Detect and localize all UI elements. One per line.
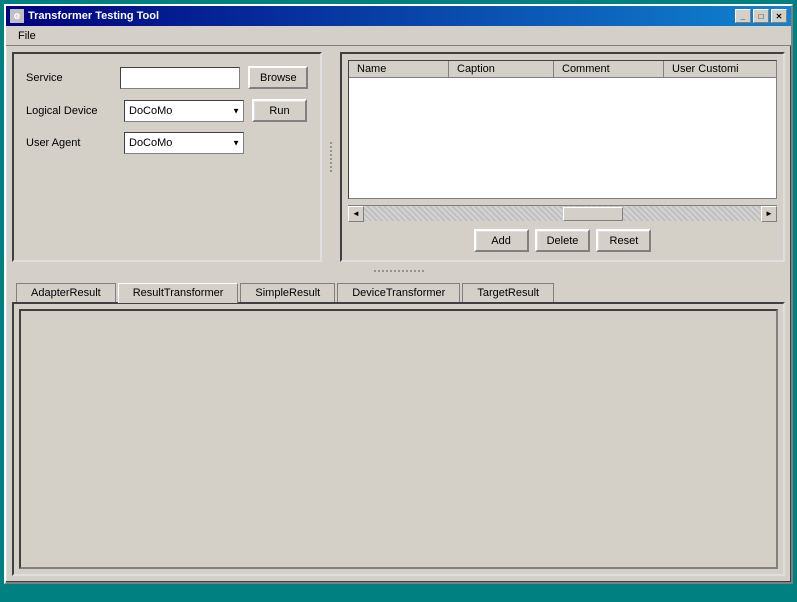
table-body[interactable] [349, 78, 776, 198]
right-panel: Name Caption Comment User Customi ◄ ► [340, 52, 785, 262]
logical-device-label: Logical Device [26, 105, 116, 117]
scroll-track[interactable] [364, 206, 761, 221]
scroll-right-btn[interactable]: ► [761, 206, 777, 222]
service-row: Service Browse [26, 66, 308, 89]
add-button[interactable]: Add [474, 229, 529, 252]
logical-device-row: Logical Device DoCoMo Run [26, 99, 308, 122]
maximize-button[interactable]: □ [753, 9, 769, 23]
service-label: Service [26, 72, 112, 84]
horizontal-scrollbar[interactable]: ◄ ► [348, 205, 777, 221]
user-agent-row: User Agent DoCoMo [26, 132, 308, 154]
table-area: Name Caption Comment User Customi [348, 60, 777, 199]
title-bar-left: ⚙ Transformer Testing Tool [10, 9, 159, 23]
table-header: Name Caption Comment User Customi [349, 61, 776, 78]
app-icon: ⚙ [10, 9, 24, 23]
col-header-comment: Comment [554, 61, 664, 77]
menu-file[interactable]: File [10, 28, 44, 44]
tab-inner-content [19, 309, 778, 569]
scroll-left-btn[interactable]: ◄ [348, 206, 364, 222]
content-area: Service Browse Logical Device DoCoMo Run [6, 46, 791, 582]
run-button[interactable]: Run [252, 99, 307, 122]
left-panel: Service Browse Logical Device DoCoMo Run [12, 52, 322, 262]
menu-bar: File [6, 26, 791, 46]
tab-device-transformer[interactable]: DeviceTransformer [337, 283, 460, 303]
horizontal-resize-divider[interactable] [12, 268, 785, 274]
user-agent-select-wrapper: DoCoMo [124, 132, 244, 154]
delete-button[interactable]: Delete [535, 229, 591, 252]
tab-content-area [12, 302, 785, 576]
scroll-thumb[interactable] [563, 207, 623, 221]
logical-device-select-wrapper: DoCoMo [124, 100, 244, 122]
title-buttons: _ □ ✕ [735, 9, 787, 23]
col-header-caption: Caption [449, 61, 554, 77]
col-header-user: User Customi [664, 61, 776, 77]
main-window: ⚙ Transformer Testing Tool _ □ ✕ File Se… [4, 4, 793, 584]
vertical-resize-handle[interactable] [328, 52, 334, 262]
browse-button[interactable]: Browse [248, 66, 308, 89]
user-agent-select[interactable]: DoCoMo [124, 132, 244, 154]
user-agent-label: User Agent [26, 137, 116, 149]
button-row: Add Delete Reset [348, 227, 777, 254]
top-section: Service Browse Logical Device DoCoMo Run [12, 52, 785, 262]
tab-adapter-result[interactable]: AdapterResult [16, 283, 116, 303]
minimize-button[interactable]: _ [735, 9, 751, 23]
service-input[interactable] [120, 67, 240, 89]
tabs-section: AdapterResult ResultTransformer SimpleRe… [12, 280, 785, 576]
logical-device-select[interactable]: DoCoMo [124, 100, 244, 122]
title-bar: ⚙ Transformer Testing Tool _ □ ✕ [6, 6, 791, 26]
close-button[interactable]: ✕ [771, 9, 787, 23]
tab-result-transformer[interactable]: ResultTransformer [118, 283, 239, 303]
tab-target-result[interactable]: TargetResult [462, 283, 554, 303]
col-header-name: Name [349, 61, 449, 77]
window-title: Transformer Testing Tool [28, 10, 159, 22]
tab-bar: AdapterResult ResultTransformer SimpleRe… [12, 280, 785, 302]
tab-simple-result[interactable]: SimpleResult [240, 283, 335, 303]
resize-dots [374, 270, 424, 272]
reset-button[interactable]: Reset [596, 229, 651, 252]
